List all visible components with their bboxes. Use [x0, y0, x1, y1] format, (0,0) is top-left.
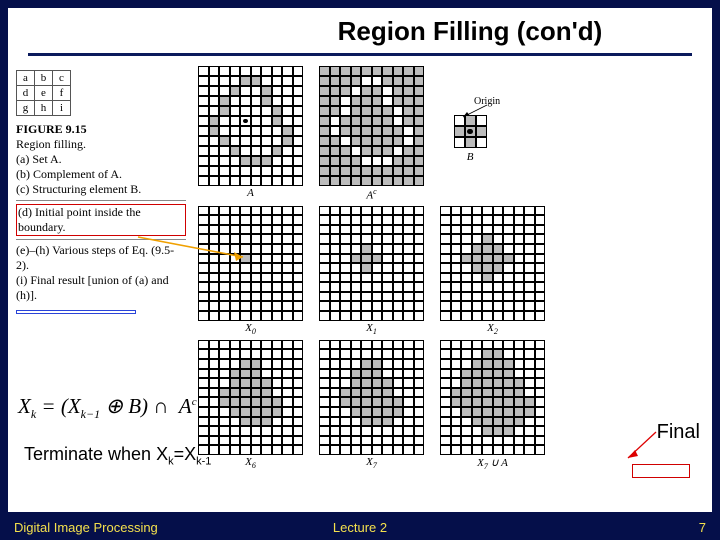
idx-d: d: [17, 86, 35, 101]
grid-X1: [319, 206, 424, 321]
label-A: A: [247, 187, 254, 199]
caption-b: (b) Complement of A.: [16, 167, 186, 182]
grid-Ac: [319, 66, 424, 186]
caption-underline: [16, 310, 136, 314]
grid-A: [198, 66, 303, 186]
footer-bar: Digital Image Processing Lecture 2 7: [0, 514, 720, 540]
slide-body: Region Filling (con'd) abc def ghi FIGUR…: [8, 8, 712, 512]
footer-center: Lecture 2: [333, 520, 387, 535]
label-X2: X2: [487, 322, 498, 336]
label-X2-x: X: [487, 322, 494, 334]
title-rule: [28, 53, 692, 56]
union-highlight-box: [632, 464, 690, 478]
label-X6-s: 6: [252, 461, 256, 470]
label-union-ua: ∪ A: [488, 457, 508, 469]
grid-X2: [440, 206, 545, 321]
slide-title: Region Filling (con'd): [228, 8, 712, 51]
panel-index-grid: abc def ghi: [16, 70, 71, 116]
idx-e: e: [35, 86, 53, 101]
caption-e: (e)–(h) Various steps of Eq. (9.5-2).: [16, 243, 186, 273]
label-X1-s: 1: [373, 327, 377, 336]
grid-X6-wrap: X6: [198, 340, 303, 470]
label-Ac: Ac: [366, 187, 376, 202]
grid-union: [440, 340, 545, 455]
label-union: X7 ∪ A: [477, 456, 508, 471]
figure-caption-block: abc def ghi FIGURE 9.15 Region filling. …: [16, 70, 186, 318]
grids-panel: A Ac Origin B: [198, 66, 683, 466]
label-X6: X6: [245, 456, 256, 470]
grid-row-3: X6 X7 X7 ∪ A: [198, 340, 683, 471]
label-X1-x: X: [366, 322, 373, 334]
grid-X0: [198, 206, 303, 321]
label-X0: X0: [245, 322, 256, 336]
terminate-eq: =X: [174, 444, 197, 464]
grid-X0-wrap: X0: [198, 206, 303, 336]
caption-divider-2: [16, 239, 186, 240]
grid-row-1: A Ac Origin B: [198, 66, 683, 202]
grid-row-2: X0 X1 X2: [198, 206, 683, 336]
terminate-k1: k-1: [196, 456, 211, 468]
caption-c: (c) Structuring element B.: [16, 182, 186, 197]
label-X2-s: 2: [494, 327, 498, 336]
label-X0-x: X: [245, 322, 252, 334]
caption-i: (i) Final result [union of (a) and (h)].: [16, 273, 186, 303]
grid-B: [454, 115, 487, 148]
content-area: abc def ghi FIGURE 9.15 Region filling. …: [8, 62, 712, 482]
grid-X6: [198, 340, 303, 455]
figure-number: FIGURE 9.15: [16, 122, 186, 137]
terminate-prefix: Terminate when X: [24, 444, 168, 464]
caption-d: (d) Initial point inside the boundary.: [18, 205, 141, 234]
idx-b: b: [35, 71, 53, 86]
label-X7: X7: [366, 456, 377, 470]
label-X1: X1: [366, 322, 377, 336]
equation: Xk = (Xk−1 ⊕ B) ∩ Ac: [18, 394, 197, 422]
final-label: Final: [657, 421, 700, 444]
grid-X7-wrap: X7: [319, 340, 424, 470]
label-X7-s: 7: [373, 461, 377, 470]
label-union-x: X: [477, 457, 484, 469]
grid-Ac-wrap: Ac: [319, 66, 424, 202]
figure-heading: Region filling.: [16, 137, 186, 152]
idx-f: f: [53, 86, 71, 101]
idx-a: a: [17, 71, 35, 86]
idx-g: g: [17, 101, 35, 116]
terminate-text: Terminate when Xk=Xk-1: [24, 444, 211, 468]
idx-i: i: [53, 101, 71, 116]
idx-h: h: [35, 101, 53, 116]
footer-page: 7: [699, 520, 706, 535]
grid-A-wrap: A: [198, 66, 303, 199]
footer-left: Digital Image Processing: [14, 520, 158, 535]
grid-union-wrap: X7 ∪ A: [440, 340, 545, 471]
grid-X7: [319, 340, 424, 455]
label-B: B: [467, 151, 474, 163]
grid-X1-wrap: X1: [319, 206, 424, 336]
caption-a: (a) Set A.: [16, 152, 186, 167]
label-X6-x: X: [245, 456, 252, 468]
idx-c: c: [53, 71, 71, 86]
caption-d-highlight: (d) Initial point inside the boundary.: [16, 204, 186, 236]
caption-divider: [16, 200, 186, 201]
label-X7-x: X: [366, 456, 373, 468]
label-X0-s: 0: [252, 327, 256, 336]
label-Ac-sup: c: [373, 187, 377, 196]
grid-B-wrap: Origin B: [440, 96, 500, 163]
grid-X2-wrap: X2: [440, 206, 545, 336]
